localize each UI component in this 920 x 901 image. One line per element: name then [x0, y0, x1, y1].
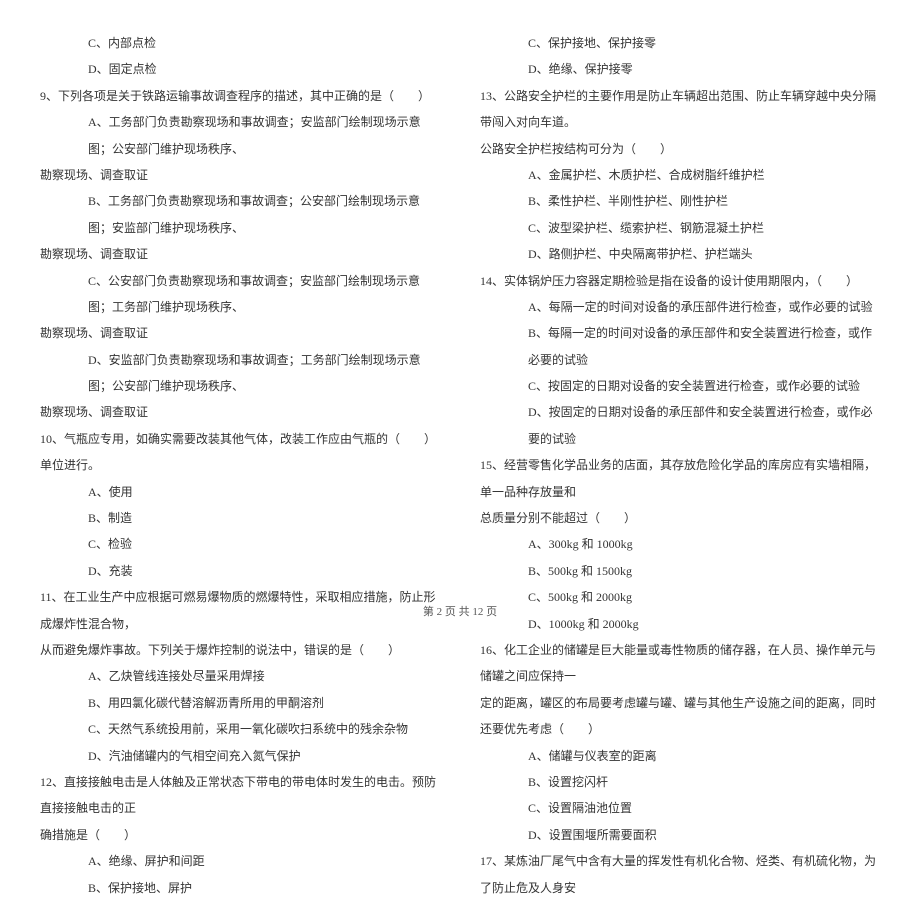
q9-option-d: D、安监部门负责勘察现场和事故调查；工务部门绘制现场示意图；公安部门维护现场秩序…: [40, 347, 440, 400]
q12-option-d: D、绝缘、保护接零: [480, 56, 880, 82]
q11-option-c: C、天然气系统投用前，采用一氧化碳吹扫系统中的残余杂物: [40, 716, 440, 742]
right-column: C、保护接地、保护接零 D、绝缘、保护接零 13、公路安全护栏的主要作用是防止车…: [460, 30, 880, 570]
q13-option-c: C、波型梁护栏、缆索护栏、钢筋混凝土护栏: [480, 215, 880, 241]
q9-option-b-cont: 勘察现场、调查取证: [40, 241, 440, 267]
q10-option-a: A、使用: [40, 479, 440, 505]
q16-option-a: A、储罐与仪表室的距离: [480, 743, 880, 769]
q9-option-a: A、工务部门负责勘察现场和事故调查；安监部门绘制现场示意图；公安部门维护现场秩序…: [40, 109, 440, 162]
q9-option-d-cont: 勘察现场、调查取证: [40, 399, 440, 425]
question-17: 17、某炼油厂尾气中含有大量的挥发性有机化合物、烃类、有机硫化物，为了防止危及人…: [480, 848, 880, 901]
question-14: 14、实体锅炉压力容器定期检验是指在设备的设计使用期限内，（ ）: [480, 268, 880, 294]
q14-option-d: D、按固定的日期对设备的承压部件和安全装置进行检查，或作必要的试验: [480, 399, 880, 452]
q10-option-b: B、制造: [40, 505, 440, 531]
question-10: 10、气瓶应专用，如确实需要改装其他气体，改装工作应由气瓶的（ ）单位进行。: [40, 426, 440, 479]
question-15: 15、经营零售化学品业务的店面，其存放危险化学品的库房应有实墙相隔，单一品种存放…: [480, 452, 880, 505]
q9-option-a-cont: 勘察现场、调查取证: [40, 162, 440, 188]
q13-option-d: D、路侧护栏、中央隔离带护栏、护栏端头: [480, 241, 880, 267]
question-12-cont: 确措施是（ ）: [40, 822, 440, 848]
q13-option-a: A、金属护栏、木质护栏、合成树脂纤维护栏: [480, 162, 880, 188]
q9-option-c-cont: 勘察现场、调查取证: [40, 320, 440, 346]
q10-option-c: C、检验: [40, 531, 440, 557]
q14-option-a: A、每隔一定的时间对设备的承压部件进行检查，或作必要的试验: [480, 294, 880, 320]
q9-option-c: C、公安部门负责勘察现场和事故调查；安监部门绘制现场示意图；工务部门维护现场秩序…: [40, 268, 440, 321]
q12-option-a: A、绝缘、屏护和间距: [40, 848, 440, 874]
q13-option-b: B、柔性护栏、半刚性护栏、刚性护栏: [480, 188, 880, 214]
question-12: 12、直接接触电击是人体触及正常状态下带电的带电体时发生的电击。预防直接接触电击…: [40, 769, 440, 822]
q11-option-d: D、汽油储罐内的气相空间充入氮气保护: [40, 743, 440, 769]
q16-option-c: C、设置隔油池位置: [480, 795, 880, 821]
q16-option-b: B、设置挖闪杆: [480, 769, 880, 795]
question-13-cont: 公路安全护栏按结构可分为（ ）: [480, 136, 880, 162]
q15-option-d: D、1000kg 和 2000kg: [480, 611, 880, 637]
q14-option-c: C、按固定的日期对设备的安全装置进行检查，或作必要的试验: [480, 373, 880, 399]
option-c: C、内部点检: [40, 30, 440, 56]
option-d: D、固定点检: [40, 56, 440, 82]
question-11: 11、在工业生产中应根据可燃易爆物质的燃爆特性，采取相应措施，防止形成爆炸性混合…: [40, 584, 440, 637]
q12-option-b: B、保护接地、屏护: [40, 875, 440, 901]
q11-option-a: A、乙炔管线连接处尽量采用焊接: [40, 663, 440, 689]
question-15-cont: 总质量分别不能超过（ ）: [480, 505, 880, 531]
question-16-cont: 定的距离，罐区的布局要考虑罐与罐、罐与其他生产设施之间的距离，同时还要优先考虑（…: [480, 690, 880, 743]
q15-option-b: B、500kg 和 1500kg: [480, 558, 880, 584]
question-16: 16、化工企业的储罐是巨大能量或毒性物质的储存器，在人员、操作单元与储罐之间应保…: [480, 637, 880, 690]
q12-option-c: C、保护接地、保护接零: [480, 30, 880, 56]
question-9: 9、下列各项是关于铁路运输事故调查程序的描述，其中正确的是（ ）: [40, 83, 440, 109]
q14-option-b: B、每隔一定的时间对设备的承压部件和安全装置进行检查，或作必要的试验: [480, 320, 880, 373]
q9-option-b: B、工务部门负责勘察现场和事故调查；公安部门绘制现场示意图；安监部门维护现场秩序…: [40, 188, 440, 241]
q16-option-d: D、设置围堰所需要面积: [480, 822, 880, 848]
question-11-cont: 从而避免爆炸事故。下列关于爆炸控制的说法中，错误的是（ ）: [40, 637, 440, 663]
q15-option-a: A、300kg 和 1000kg: [480, 531, 880, 557]
question-13: 13、公路安全护栏的主要作用是防止车辆超出范围、防止车辆穿越中央分隔带闯入对向车…: [480, 83, 880, 136]
q11-option-b: B、用四氯化碳代替溶解沥青所用的甲酮溶剂: [40, 690, 440, 716]
left-column: C、内部点检 D、固定点检 9、下列各项是关于铁路运输事故调查程序的描述，其中正…: [40, 30, 460, 570]
q15-option-c: C、500kg 和 2000kg: [480, 584, 880, 610]
q10-option-d: D、充装: [40, 558, 440, 584]
